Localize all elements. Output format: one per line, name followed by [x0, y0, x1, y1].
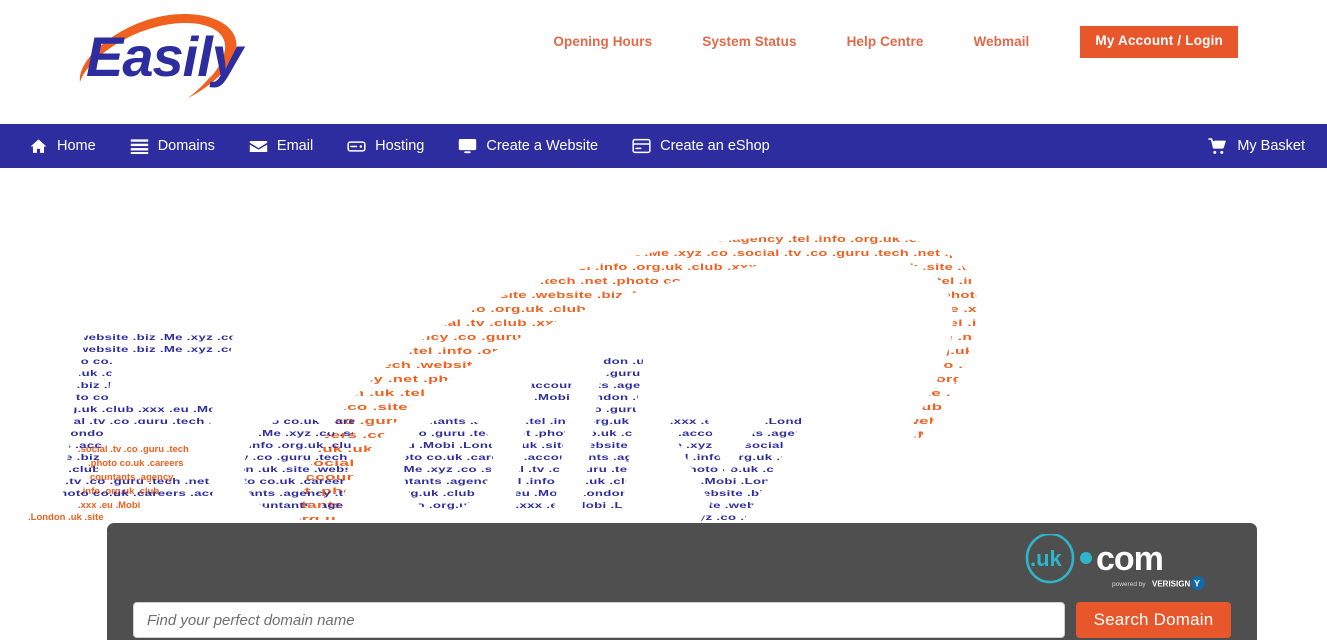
nav-item-home[interactable]: Home — [12, 124, 113, 168]
svg-text:.tech .net .photo co.uk .caree: .tech .net .photo co.uk .careers .accoun… — [18, 500, 1018, 510]
svg-text:.website .biz .Me .xyz .co .so: .website .biz .Me .xyz .co .social .tv .… — [18, 380, 1018, 390]
svg-text:.careers .accountants .agency: .careers .accountants .agency .tel .info… — [190, 304, 1321, 315]
nav-item-domains-label: Domains — [157, 137, 215, 154]
svg-text:.website .biz .Me .xyz .co .so: .website .biz .Me .xyz .co .social .tv .… — [210, 276, 1320, 287]
search-domain-button[interactable]: Search Domain — [1076, 602, 1231, 638]
svg-text:.xxx .eu .Mobi .London .uk .si: .xxx .eu .Mobi .London .uk .site .tel .i… — [160, 346, 1320, 357]
easily-logo-icon: Easily — [79, 14, 247, 98]
uk-com-logo-icon: .uk com powered by VERISIGN Y — [1025, 534, 1205, 590]
svg-text:.careers .accountants .agency: .careers .accountants .agency .net .phot… — [140, 374, 1320, 385]
svg-text:.photo co.uk .careers: .photo co.uk .careers — [88, 458, 184, 469]
toplink-webmail[interactable]: Webmail — [948, 34, 1054, 49]
easily-wordcloud-svg: .uk .site .website .biz .Me .xyz .co .so… — [18, 178, 1321, 526]
nav-item-create-a-website-label: Create a Website — [486, 137, 599, 154]
verisign-text: VERISIGN — [1152, 580, 1190, 589]
svg-text:.uk .site .website .biz .Me .x: .uk .site .website .biz .Me .xyz .co .so… — [18, 344, 1018, 354]
svg-text:.co .social .tv .co .guru .tec: .co .social .tv .co .guru .tech .net .ph… — [240, 234, 1320, 245]
nav-item-hosting-label: Hosting — [375, 137, 425, 154]
toplink-opening-hours[interactable]: Opening Hours — [528, 34, 677, 49]
list-icon — [130, 137, 149, 156]
domain-search-input[interactable] — [133, 602, 1065, 638]
nav-item-email[interactable]: Email — [232, 124, 330, 168]
powered-by-text: powered by — [1112, 581, 1146, 588]
site-logo[interactable]: Easily — [72, 4, 252, 104]
top-utility-links: Opening Hours System Status Help Centre … — [528, 26, 1238, 58]
svg-text:.net .photo co.uk .careers .ac: .net .photo co.uk .careers .accountants … — [18, 488, 1018, 498]
server-icon — [347, 137, 366, 156]
svg-text:.info .org.uk .club .xxx .eu .: .info .org.uk .club .xxx .eu .Mobi .Lond… — [18, 404, 1018, 414]
svg-text:.club .xxx .eu .Mobi .London .: .club .xxx .eu .Mobi .London .uk .tel .i… — [130, 388, 1320, 399]
svg-text:.net .photo co.uk .careers .ac: .net .photo co.uk .careers .accountants … — [18, 392, 1018, 402]
toplink-help-centre[interactable]: Help Centre — [822, 34, 949, 49]
nav-item-email-label: Email — [276, 137, 314, 154]
svg-text:.org.uk .club .xxx .eu .Mobi .: .org.uk .club .xxx .eu .Mobi .London .uk… — [200, 290, 1320, 301]
com-logo-text: com — [1096, 540, 1163, 578]
card-window-icon — [632, 137, 651, 156]
nav-item-create-an-eshop-label: Create an eShop — [660, 137, 770, 154]
svg-text:.xyz .co .social .tv .co .guru: .xyz .co .social .tv .co .guru .tech .we… — [150, 360, 1320, 371]
nav-item-home-label: Home — [57, 137, 96, 154]
nav-item-domains[interactable]: Domains — [113, 124, 232, 168]
shopping-cart-icon — [1208, 137, 1227, 156]
svg-text:.net .photo co.uk .careers .ac: .net .photo co.uk .careers .accountants … — [18, 356, 1018, 366]
svg-text:.uk .site .website .biz .Me .x: .uk .site .website .biz .Me .xyz .co .so… — [280, 178, 1320, 189]
svg-text:co.uk .careers .accountants .a: co.uk .careers .accountants .agency .co … — [170, 332, 1320, 343]
uk-com-verisign-logo: .uk com powered by VERISIGN Y — [1020, 534, 1210, 592]
page-root: Easily Opening Hours System Status Help … — [0, 0, 1327, 640]
uk-logo-text: .uk — [1030, 546, 1063, 571]
svg-text:.xxx .eu .Mobi: .xxx .eu .Mobi — [78, 500, 140, 511]
nav-item-my-basket[interactable]: My Basket — [1191, 124, 1327, 168]
nav-item-my-basket-label: My Basket — [1237, 137, 1305, 154]
main-nav-items: Home Domains Email Hosting Create a Webs… — [0, 124, 787, 168]
toplink-system-status[interactable]: System Status — [677, 34, 821, 49]
home-icon — [29, 137, 48, 156]
svg-text:.co .social .tv .co .guru .tec: .co .social .tv .co .guru .tech .net .ph… — [18, 416, 1018, 426]
main-navigation: Home Domains Email Hosting Create a Webs… — [0, 124, 1327, 168]
svg-text:.biz .Me .xyz .co .social .tv: .biz .Me .xyz .co .social .tv .co .site … — [120, 402, 1320, 413]
svg-text:.careers .accountants .agency: .careers .accountants .agency .tel .info… — [18, 512, 1018, 522]
svg-text:.website .biz .Me .xyz .co .so: .website .biz .Me .xyz .co .social .tv .… — [270, 192, 1320, 203]
svg-text:.info .org.uk .club .xxx .eu .: .info .org.uk .club .xxx .eu .Mobi .Lond… — [250, 220, 1320, 231]
nav-item-create-an-eshop[interactable]: Create an eShop — [615, 124, 787, 168]
nav-item-create-a-website[interactable]: Create a Website — [441, 124, 615, 168]
site-header: Easily Opening Hours System Status Help … — [0, 0, 1327, 124]
svg-text:.tech .net .photo co.uk .caree: .tech .net .photo co.uk .careers .accoun… — [260, 206, 1320, 217]
envelope-icon — [249, 137, 268, 156]
svg-text:.photo co.uk .careers .account: .photo co.uk .careers .accountants .agen… — [50, 500, 1320, 511]
wordcloud-graphic: .uk .site .website .biz .Me .xyz .co .so… — [0, 168, 1327, 526]
svg-text:.org.uk .club .xxx .eu .Mobi .: .org.uk .club .xxx .eu .Mobi .London .uk… — [230, 248, 1320, 259]
domain-search-row: Search Domain — [133, 602, 1231, 638]
verisign-shield-icon: Y — [1194, 579, 1200, 589]
svg-text:.Mobi .London .uk .site .websi: .Mobi .London .uk .site .website .biz .M… — [18, 428, 1018, 438]
svg-text:.site .website .biz .Me .xyz .: .site .website .biz .Me .xyz .co .social… — [180, 318, 1320, 329]
svg-text:.London .uk .site: .London .uk .site — [28, 512, 103, 523]
svg-text:.net .photo co.uk .careers .ac: .net .photo co.uk .careers .accountants … — [220, 262, 1320, 273]
svg-text:Easily: Easily — [86, 25, 246, 88]
nav-item-hosting[interactable]: Hosting — [330, 124, 441, 168]
domain-search-panel: .uk com powered by VERISIGN Y Search Dom… — [107, 523, 1257, 640]
monitor-icon — [458, 137, 477, 156]
hero-wordcloud: .uk .site .website .biz .Me .xyz .co .so… — [0, 168, 1327, 526]
svg-text:.info .org.uk .club .xxx .eu .: .info .org.uk .club .xxx .eu .Mobi .Lond… — [18, 368, 1018, 378]
my-account-login-button[interactable]: My Account / Login — [1080, 26, 1238, 58]
svg-text:.social .tv .co .guru .tech .n: .social .tv .co .guru .tech .net .photo … — [18, 476, 1018, 486]
